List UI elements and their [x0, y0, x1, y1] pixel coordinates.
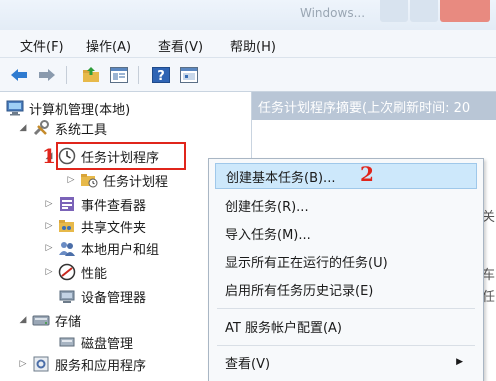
window-title: Windows...	[300, 6, 366, 20]
annotation-step-1: 1	[42, 144, 56, 168]
menu-item-import-task[interactable]: 导入任务(M)...	[215, 220, 477, 246]
tree-label: 服务和应用程序	[55, 358, 147, 374]
tree-label: 系统工具	[55, 122, 108, 138]
folder-clock-icon	[80, 171, 98, 189]
tree-label: 存储	[55, 314, 82, 330]
services-icon	[32, 355, 50, 373]
menu-help[interactable]: 帮助(H)	[230, 36, 276, 55]
expanded-arrow-icon[interactable]: ◢	[18, 315, 28, 325]
menu-item-show-running-tasks[interactable]: 显示所有正在运行的任务(U)	[215, 248, 477, 274]
help-icon[interactable]: ?	[150, 65, 172, 85]
collapsed-arrow-icon[interactable]: ▷	[66, 175, 76, 185]
collapsed-arrow-icon[interactable]: ▷	[44, 267, 54, 277]
menu-item-at-service-account[interactable]: AT 服务帐户配置(A)	[215, 313, 477, 339]
tree-node-system-tools[interactable]: ◢ 系统工具	[18, 118, 107, 138]
menu-item-enable-task-history[interactable]: 启用所有任务历史记录(E)	[215, 276, 477, 302]
close-button[interactable]	[440, 0, 490, 22]
menu-action[interactable]: 操作(A)	[86, 36, 131, 55]
tree-label: 磁盘管理	[81, 336, 134, 352]
menu-item-create-task[interactable]: 创建任务(R)...	[215, 192, 477, 218]
computer-management-icon	[6, 99, 24, 117]
tree-node-local-users-groups[interactable]: ▷ 本地用户和组	[44, 238, 159, 258]
tree-node-storage[interactable]: ◢ 存储	[18, 310, 81, 330]
tree-node-disk-management[interactable]: 磁盘管理	[58, 332, 133, 352]
menu-separator	[217, 308, 475, 309]
users-icon	[58, 239, 76, 257]
show-hide-tree-icon[interactable]	[108, 65, 130, 85]
collapsed-arrow-icon[interactable]: ▷	[18, 359, 28, 369]
annotation-box-task-scheduler	[56, 142, 186, 170]
annotation-step-2: 2	[360, 162, 374, 186]
event-viewer-icon	[58, 195, 76, 213]
disk-management-icon	[58, 333, 76, 351]
refresh-button[interactable]	[448, 100, 462, 114]
menu-separator	[217, 345, 475, 346]
title-bar: Windows...	[0, 0, 496, 30]
properties-icon[interactable]	[178, 65, 200, 85]
tree-label: 本地用户和组	[81, 242, 160, 258]
tree-label: 性能	[81, 266, 108, 282]
expanded-arrow-icon[interactable]: ◢	[18, 123, 28, 133]
tools-icon	[32, 119, 50, 137]
storage-icon	[32, 311, 50, 329]
menu-item-create-basic-task[interactable]: 创建基本任务(B)...	[215, 163, 477, 189]
context-menu: 创建基本任务(B)... 创建任务(R)... 导入任务(M)... 显示所有正…	[208, 158, 484, 381]
collapsed-arrow-icon[interactable]: ▷	[44, 243, 54, 253]
menu-item-view[interactable]: 查看(V) ▶	[215, 349, 477, 375]
maximize-button[interactable]	[410, 0, 438, 22]
tree-node-device-manager[interactable]: 设备管理器	[58, 286, 146, 306]
menu-bar: 文件(F) 操作(A) 查看(V) 帮助(H)	[0, 30, 496, 58]
folder-up-icon[interactable]	[80, 65, 102, 85]
svg-text:?: ?	[157, 69, 165, 84]
performance-icon	[58, 263, 76, 281]
menu-file[interactable]: 文件(F)	[20, 36, 64, 55]
collapsed-arrow-icon[interactable]: ▷	[44, 221, 54, 231]
device-manager-icon	[58, 287, 76, 305]
tree-label: 事件查看器	[81, 198, 147, 214]
tree-label: 设备管理器	[81, 290, 147, 306]
shared-folder-icon	[58, 217, 76, 235]
tree-node-event-viewer[interactable]: ▷ 事件查看器	[44, 194, 146, 214]
tree-label: 共享文件夹	[81, 220, 147, 236]
menu-view[interactable]: 查看(V)	[158, 36, 203, 55]
minimize-button[interactable]	[380, 0, 408, 22]
toolbar-separator	[66, 66, 67, 84]
collapsed-arrow-icon[interactable]: ▷	[44, 199, 54, 209]
tree-node-computer-management[interactable]: 计算机管理(本地)	[6, 98, 130, 118]
toolbar-separator	[138, 66, 139, 84]
toolbar: ?	[0, 58, 496, 92]
forward-icon[interactable]	[36, 65, 58, 85]
tree-node-shared-folders[interactable]: ▷ 共享文件夹	[44, 216, 146, 236]
tree-node-performance[interactable]: ▷ 性能	[44, 262, 107, 282]
submenu-arrow-icon: ▶	[456, 357, 463, 367]
tree-node-services-applications[interactable]: ▷ 服务和应用程序	[18, 354, 146, 374]
tree-label: 任务计划程	[103, 174, 169, 190]
tree-node-task-scheduler-library[interactable]: ▷ 任务计划程	[66, 170, 168, 190]
tree-label: 计算机管理(本地)	[29, 102, 131, 118]
back-icon[interactable]	[8, 65, 30, 85]
